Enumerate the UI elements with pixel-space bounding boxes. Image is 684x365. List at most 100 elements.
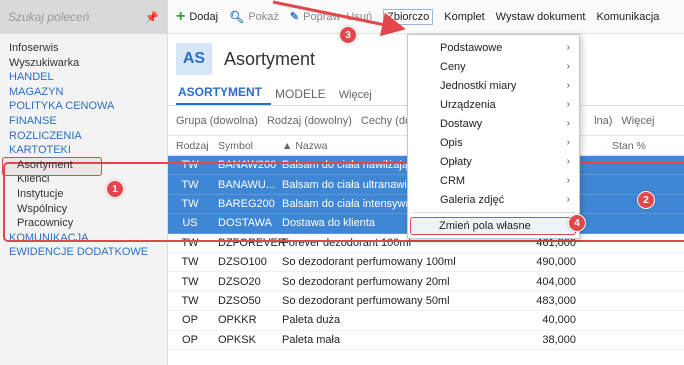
- table-row[interactable]: TW DZSO50 So dezodorant perfumowany 50ml 48…: [168, 292, 684, 312]
- search-icon: 🔍︎: [229, 9, 245, 24]
- table-row[interactable]: OP OPKSK Paleta mała 38,000: [168, 331, 684, 350]
- sidebar: Szukaj poleceń 📌 Infoserwis Wyszukiwarka H…: [0, 0, 168, 365]
- header-nazwa-label: Nazwa: [295, 139, 328, 152]
- sidebar-item-label: MAGAZYN: [9, 85, 64, 98]
- sidebar-item-label: Wyszukiwarka: [9, 56, 80, 69]
- menu-item-label: Dostawy: [440, 117, 483, 130]
- menu-item-0[interactable]: Podstawowe ›: [408, 38, 579, 57]
- sidebar-item-komunikacja[interactable]: KOMUNIKACJA: [0, 231, 167, 246]
- chevron-right-icon: ›: [566, 118, 570, 129]
- sidebar-item-wyszukiwarka[interactable]: Wyszukiwarka: [0, 56, 167, 71]
- table-row[interactable]: OP OPKKR Paleta duża 40,000: [168, 311, 684, 331]
- tab-asortyment[interactable]: ASORTYMENT: [176, 85, 271, 105]
- sidebar-item-label: Wspólnicy: [17, 202, 68, 215]
- sidebar-item-instytucje[interactable]: Instytucje: [0, 187, 167, 202]
- sidebar-item-label: FINANSE: [9, 114, 57, 127]
- menu-item-1[interactable]: Ceny ›: [408, 57, 579, 76]
- cell-symbol: OPKKR: [218, 314, 257, 327]
- menu-item-change-custom-fields[interactable]: Zmień pola własne: [410, 217, 576, 235]
- delete-button[interactable]: Usuń: [346, 11, 372, 23]
- cell-rodzaj: TW: [181, 275, 199, 288]
- menu-item-6[interactable]: Opłaty ›: [408, 152, 579, 171]
- sidebar-item-label: Asortyment: [17, 158, 73, 171]
- menu-item-label: Opłaty: [440, 155, 472, 168]
- table-row[interactable]: TW DZSO100 So dezodorant perfumowany 100ml…: [168, 253, 684, 273]
- cell-symbol: DZSO50: [218, 294, 261, 307]
- pin-icon[interactable]: 📌: [145, 11, 159, 24]
- cell-rodzaj: TW: [181, 236, 199, 249]
- cell-nazwa: So dezodorant perfumowany 20ml: [282, 275, 450, 288]
- sort-up-icon: ▲: [282, 139, 296, 152]
- sidebar-item-kartoteki[interactable]: KARTOTEKI: [0, 143, 167, 158]
- sidebar-item-label: KARTOTEKI: [9, 144, 71, 157]
- cell-symbol: BANAWU...: [218, 178, 276, 191]
- search-input[interactable]: Szukaj poleceń: [8, 10, 89, 24]
- menu-separator: [412, 212, 575, 213]
- sidebar-item-label: KOMUNIKACJA: [9, 231, 89, 244]
- sidebar-item-infoserwis[interactable]: Infoserwis: [0, 41, 167, 56]
- kit-button[interactable]: Komplet: [444, 11, 484, 23]
- sidebar-nav: Infoserwis Wyszukiwarka HANDEL MAGAZYN POLIT…: [0, 34, 167, 260]
- badge-2: 2: [637, 191, 655, 209]
- sidebar-item-pracownicy[interactable]: Pracownicy: [0, 216, 167, 231]
- chevron-right-icon: ›: [566, 80, 570, 91]
- search-box[interactable]: Szukaj poleceń 📌: [0, 0, 167, 34]
- menu-item-label: Galeria zdjęć: [440, 193, 505, 206]
- menu-item-7[interactable]: CRM ›: [408, 171, 579, 190]
- cell-rodzaj: OP: [182, 333, 198, 346]
- menu-item-5[interactable]: Opis ›: [408, 133, 579, 152]
- sidebar-item-handel[interactable]: HANDEL: [0, 70, 167, 85]
- cell-rodzaj: TW: [181, 178, 199, 191]
- cell-value: 490,000: [536, 256, 576, 269]
- sidebar-item-magazyn[interactable]: MAGAZYN: [0, 85, 167, 100]
- cell-symbol: OPKSK: [218, 333, 256, 346]
- chevron-right-icon: ›: [566, 156, 570, 167]
- cell-symbol: DZSO100: [218, 256, 267, 269]
- menu-item-3[interactable]: Urządzenia ›: [408, 95, 579, 114]
- page-title: Asortyment: [224, 48, 316, 69]
- chevron-right-icon: ›: [566, 137, 570, 148]
- sidebar-item-wspólnicy[interactable]: Wspólnicy: [0, 202, 167, 217]
- header-rodzaj[interactable]: Rodzaj: [168, 140, 212, 152]
- menu-item-2[interactable]: Jednostki miary ›: [408, 76, 579, 95]
- sidebar-item-label: HANDEL: [9, 71, 54, 84]
- filter-features[interactable]: Cechy (do: [361, 115, 411, 127]
- filter-group[interactable]: Grupa (dowolna): [176, 115, 258, 127]
- plus-icon: +: [176, 7, 186, 25]
- header-stan[interactable]: Stan %: [604, 140, 664, 152]
- sidebar-item-polityka-cenowa[interactable]: POLITYKA CENOWA: [0, 99, 167, 114]
- bulk-button[interactable]: Zbiorczo: [383, 8, 434, 25]
- sidebar-item-rozliczenia[interactable]: ROZLICZENIA: [0, 129, 167, 144]
- filter-more[interactable]: Więcej: [621, 115, 654, 127]
- bulk-label: Zbiorczo: [387, 10, 430, 23]
- issue-document-button[interactable]: Wystaw dokument: [496, 11, 586, 23]
- cell-rodzaj: TW: [181, 256, 199, 269]
- cell-symbol: DZSO20: [218, 275, 261, 288]
- communication-button[interactable]: Komunikacja: [596, 11, 659, 23]
- sidebar-item-label: ROZLICZENIA: [9, 129, 82, 142]
- filter-type[interactable]: Rodzaj (dowolny): [267, 115, 352, 127]
- edit-button[interactable]: ✎ Popraw: [290, 10, 341, 24]
- cell-value: 40,000: [542, 314, 576, 327]
- cell-rodzaj: US: [182, 217, 198, 230]
- sidebar-item-label: Pracownicy: [17, 217, 74, 230]
- menu-item-4[interactable]: Dostawy ›: [408, 114, 579, 133]
- sidebar-item-finanse[interactable]: FINANSE: [0, 114, 167, 129]
- add-button[interactable]: + Dodaj: [176, 7, 218, 25]
- cell-value: 404,000: [536, 275, 576, 288]
- sidebar-item-ewidencje-dodatkowe[interactable]: EWIDENCJE DODATKOWE: [0, 245, 167, 260]
- cell-nazwa: So dezodorant perfumowany 50ml: [282, 294, 450, 307]
- menu-item-label: Urządzenia: [440, 98, 496, 111]
- menu-item-8[interactable]: Galeria zdjęć ›: [408, 190, 579, 209]
- menu-item-label: Zmień pola własne: [439, 220, 531, 232]
- menu-item-label: Ceny: [440, 60, 466, 73]
- sidebar-item-asortyment[interactable]: Asortyment: [0, 156, 167, 176]
- show-button[interactable]: 🔍︎ Pokaż: [229, 10, 279, 24]
- filter-extra[interactable]: lna): [594, 115, 612, 127]
- menu-items: Podstawowe › Ceny › Jednostki miary › Urządzen…: [408, 38, 579, 209]
- tab-modele[interactable]: MODELE: [275, 87, 335, 105]
- table-row[interactable]: TW DZSO20 So dezodorant perfumowany 20ml 40…: [168, 272, 684, 292]
- header-symbol[interactable]: Symbol: [212, 140, 276, 152]
- tab-more[interactable]: Więcej: [339, 89, 381, 105]
- communication-label: Komunikacja: [596, 10, 660, 23]
